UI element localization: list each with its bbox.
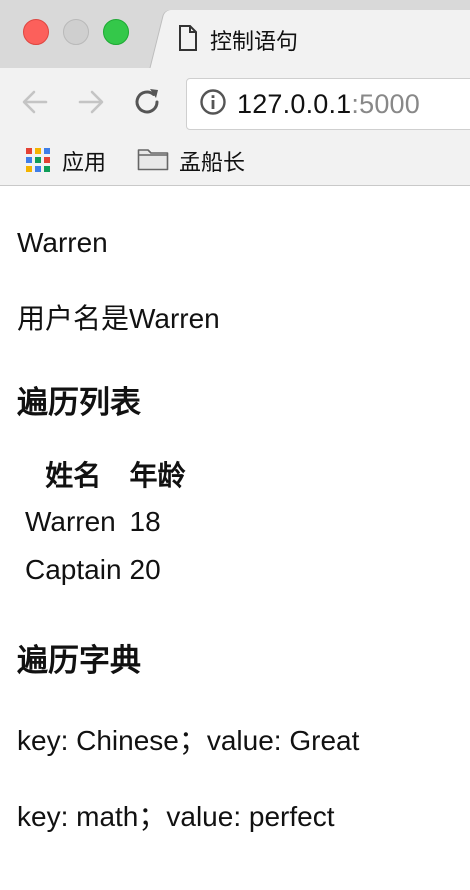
close-window-button[interactable] <box>23 19 49 45</box>
tab-title: 控制语句 <box>210 30 299 55</box>
dict-item: key: math；value: perfect <box>17 801 335 832</box>
apps-bookmark-label: 应用 <box>62 151 107 176</box>
list-heading: 遍历列表 <box>17 385 141 421</box>
folder-icon <box>137 147 169 176</box>
apps-bookmark[interactable]: 应用 <box>26 144 106 178</box>
back-button[interactable] <box>17 86 53 122</box>
dict-item: key: Chinese；value: Great <box>17 725 360 756</box>
maximize-window-button[interactable] <box>103 19 129 45</box>
table-row: Captain 20 <box>23 548 188 592</box>
table-header-name: 姓名 <box>45 459 102 492</box>
address-bar[interactable]: 127.0.0.1:5000 <box>186 78 470 130</box>
url-host: 127.0.0.1 <box>237 88 352 119</box>
name-text: Warren <box>17 227 108 258</box>
user-table: 姓名 年龄 Warren 18 Captain 20 <box>19 452 192 596</box>
table-cell-name: Warren <box>25 506 116 537</box>
minimize-window-button[interactable] <box>63 19 89 45</box>
tab-content[interactable]: 控制语句 <box>178 22 298 58</box>
forward-button[interactable] <box>73 86 109 122</box>
table-cell-name: Captain <box>25 554 122 585</box>
table-row: Warren 18 <box>23 500 188 544</box>
title-bar: 控制语句 <box>0 0 470 68</box>
username-text: 用户名是Warren <box>17 303 220 334</box>
reload-icon <box>131 86 163 123</box>
arrow-left-icon <box>20 87 50 122</box>
dict-heading: 遍历字典 <box>17 643 141 679</box>
url-port: :5000 <box>351 88 420 119</box>
reload-button[interactable] <box>129 86 165 122</box>
browser-toolbar: 127.0.0.1:5000 <box>0 68 470 140</box>
page-content: Warren 用户名是Warren 遍历列表 姓名 年龄 Warren 18 C… <box>17 186 457 834</box>
table-cell-age: 20 <box>129 554 161 585</box>
url-text[interactable]: 127.0.0.1:5000 <box>237 89 420 120</box>
info-icon[interactable] <box>199 88 227 121</box>
folder-bookmark[interactable]: 孟船长 <box>137 144 245 178</box>
table-cell-age: 18 <box>129 506 161 537</box>
page-icon <box>178 24 198 56</box>
table-header-age: 年龄 <box>129 459 186 492</box>
apps-grid-icon <box>26 148 52 174</box>
folder-bookmark-label: 孟船长 <box>179 151 246 176</box>
table-header-row: 姓名 年龄 <box>23 456 188 496</box>
arrow-right-icon <box>76 87 106 122</box>
bookmarks-bar: 应用 孟船长 <box>0 140 470 186</box>
